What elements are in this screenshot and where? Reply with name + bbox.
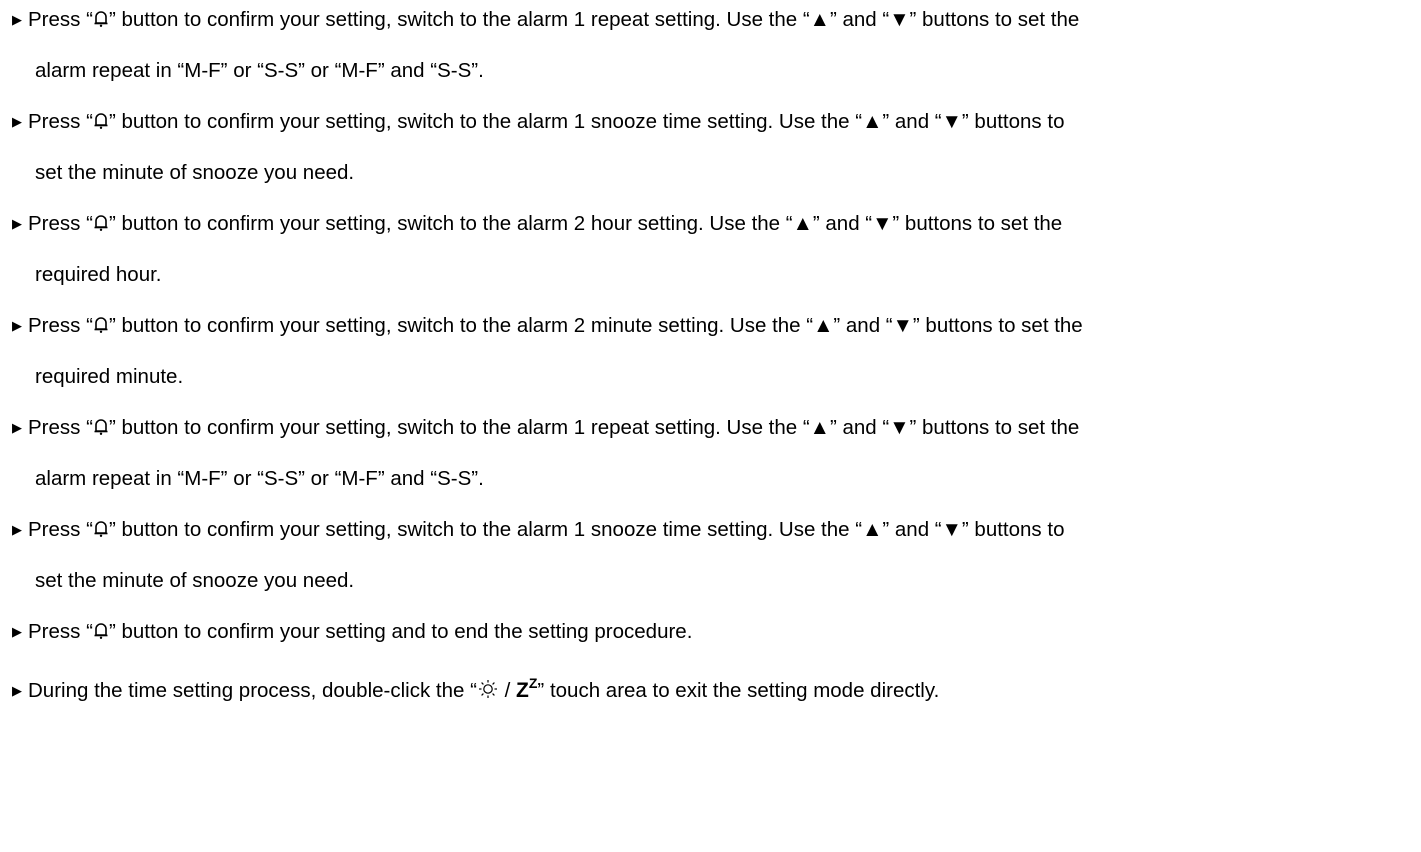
- bullet-icon: ▶: [12, 624, 22, 639]
- instruction-item: ▶ Press “” button to confirm your setting…: [12, 4, 1412, 106]
- instruction-line: ▶ Press “” button to confirm your setting…: [12, 106, 1412, 157]
- instruction-item: ▶ Press “” button to confirm your setting…: [12, 412, 1412, 514]
- instruction-line: ▶ Press “” button to confirm your setting…: [12, 412, 1412, 463]
- instruction-line: ▶ During the time setting process, double…: [12, 667, 1412, 718]
- bullet-icon: ▶: [12, 216, 22, 231]
- instruction-item: ▶ Press “” button to confirm your setting…: [12, 616, 1412, 667]
- instruction-line: ▶ Press “” button to confirm your setting…: [12, 208, 1412, 259]
- bell-icon: [94, 317, 108, 333]
- instruction-item: ▶ Press “” button to confirm your setting…: [12, 310, 1412, 412]
- bullet-icon: ▶: [12, 522, 22, 537]
- instruction-continuation: alarm repeat in “M-F” or “S-S” or “M-F” …: [35, 59, 484, 82]
- instruction-line: ▶ Press “” button to confirm your setting…: [12, 616, 1412, 667]
- instruction-item: ▶ Press “” button to confirm your setting…: [12, 208, 1412, 310]
- instruction-item: ▶ Press “” button to confirm your setting…: [12, 514, 1412, 616]
- bell-icon: [94, 623, 108, 639]
- manual-page: ▶ Press “” button to confirm your setting…: [0, 0, 1421, 852]
- bell-icon: [94, 419, 108, 435]
- bullet-icon: ▶: [12, 683, 22, 698]
- bullet-icon: ▶: [12, 420, 22, 435]
- instruction-line: ▶ Press “” button to confirm your setting…: [12, 514, 1412, 565]
- slash-separator: /: [498, 679, 517, 702]
- bell-icon: [94, 521, 108, 537]
- light-snooze-icon: [478, 680, 497, 698]
- bullet-icon: ▶: [12, 12, 22, 27]
- instruction-item: ▶ During the time setting process, double…: [12, 667, 1412, 718]
- bell-icon: [94, 11, 108, 27]
- bullet-icon: ▶: [12, 318, 22, 333]
- bullet-icon: ▶: [12, 114, 22, 129]
- instruction-line: ▶ Press “” button to confirm your setting…: [12, 4, 1412, 55]
- instruction-continuation: required minute.: [35, 365, 184, 388]
- instruction-continuation: alarm repeat in “M-F” or “S-S” or “M-F” …: [35, 467, 484, 490]
- instruction-continuation: required hour.: [35, 263, 162, 286]
- instruction-continuation: set the minute of snooze you need.: [35, 161, 355, 184]
- instruction-line: ▶ Press “” button to confirm your setting…: [12, 310, 1412, 361]
- snooze-zz-icon: ZZ: [516, 675, 538, 702]
- instruction-item: ▶ Press “” button to confirm your setting…: [12, 106, 1412, 208]
- bell-icon: [94, 215, 108, 231]
- bell-icon: [94, 113, 108, 129]
- instruction-continuation: set the minute of snooze you need.: [35, 569, 355, 592]
